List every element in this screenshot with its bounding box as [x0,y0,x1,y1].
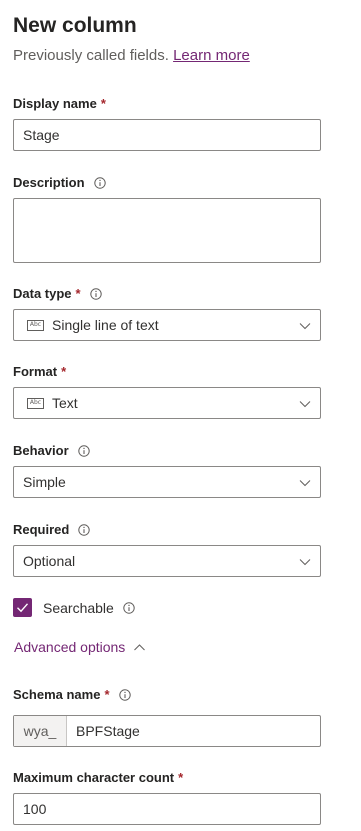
schema-name-prefix: wya_ [14,716,67,746]
advanced-options-toggle[interactable]: Advanced options [14,639,146,655]
checkmark-icon [17,603,29,613]
required-asterisk: * [61,364,67,379]
behavior-dropdown[interactable]: Simple [13,466,321,498]
max-char-count-input[interactable]: 100 [13,793,321,825]
format-value: Text [52,395,78,411]
max-char-count-label-text: Maximum character count [13,770,175,785]
learn-more-link[interactable]: Learn more [173,47,250,64]
advanced-options-label: Advanced options [14,639,126,655]
schema-name-label: Schema name * [13,687,131,702]
chevron-up-icon [134,643,146,650]
max-char-count-label: Maximum character count * [13,770,183,785]
required-label-text: Required [13,522,70,537]
searchable-label: Searchable [43,600,135,616]
display-name-input[interactable]: Stage [13,119,321,151]
description-textarea[interactable] [13,198,321,263]
data-type-dropdown[interactable]: Abc Single line of text [13,309,321,341]
info-icon[interactable] [77,444,90,457]
chevron-down-icon [299,319,311,331]
max-char-count-value: 100 [23,801,47,817]
searchable-checkbox[interactable] [13,598,32,617]
chevron-down-icon [299,555,311,567]
searchable-label-text[interactable]: Searchable [43,600,114,616]
format-label: Format * [13,364,66,379]
info-icon[interactable] [93,176,106,189]
required-dropdown[interactable]: Optional [13,545,321,577]
abc-text-icon: Abc [27,397,44,409]
required-label: Required [13,522,91,537]
display-name-label: Display name * [13,96,106,111]
data-type-label: Data type * [13,286,102,301]
panel-subtitle: Previously called fields. Learn more [13,47,250,64]
description-label-text: Description [13,175,85,190]
required-asterisk: * [178,770,184,785]
behavior-label: Behavior [13,443,90,458]
required-value: Optional [23,553,76,569]
info-icon[interactable] [123,602,135,614]
info-icon[interactable] [118,688,131,701]
panel-title: New column [13,14,137,37]
abc-text-icon: Abc [27,319,44,331]
data-type-label-text: Data type [13,286,72,301]
required-asterisk: * [100,96,106,111]
format-dropdown[interactable]: Abc Text [13,387,321,419]
behavior-value: Simple [23,474,66,490]
data-type-value: Single line of text [52,317,159,333]
display-name-label-text: Display name [13,96,97,111]
behavior-label-text: Behavior [13,443,69,458]
required-asterisk: * [75,286,81,301]
info-icon[interactable] [89,287,102,300]
required-asterisk: * [104,687,110,702]
subtitle-text: Previously called fields. [13,47,169,64]
schema-name-input[interactable]: wya_ BPFStage [13,715,321,747]
schema-name-label-text: Schema name [13,687,101,702]
format-label-text: Format [13,364,58,379]
chevron-down-icon [299,397,311,409]
schema-name-value: BPFStage [76,723,140,739]
info-icon[interactable] [78,523,91,536]
chevron-down-icon [299,476,311,488]
display-name-value: Stage [23,127,60,143]
description-label: Description [13,175,106,190]
